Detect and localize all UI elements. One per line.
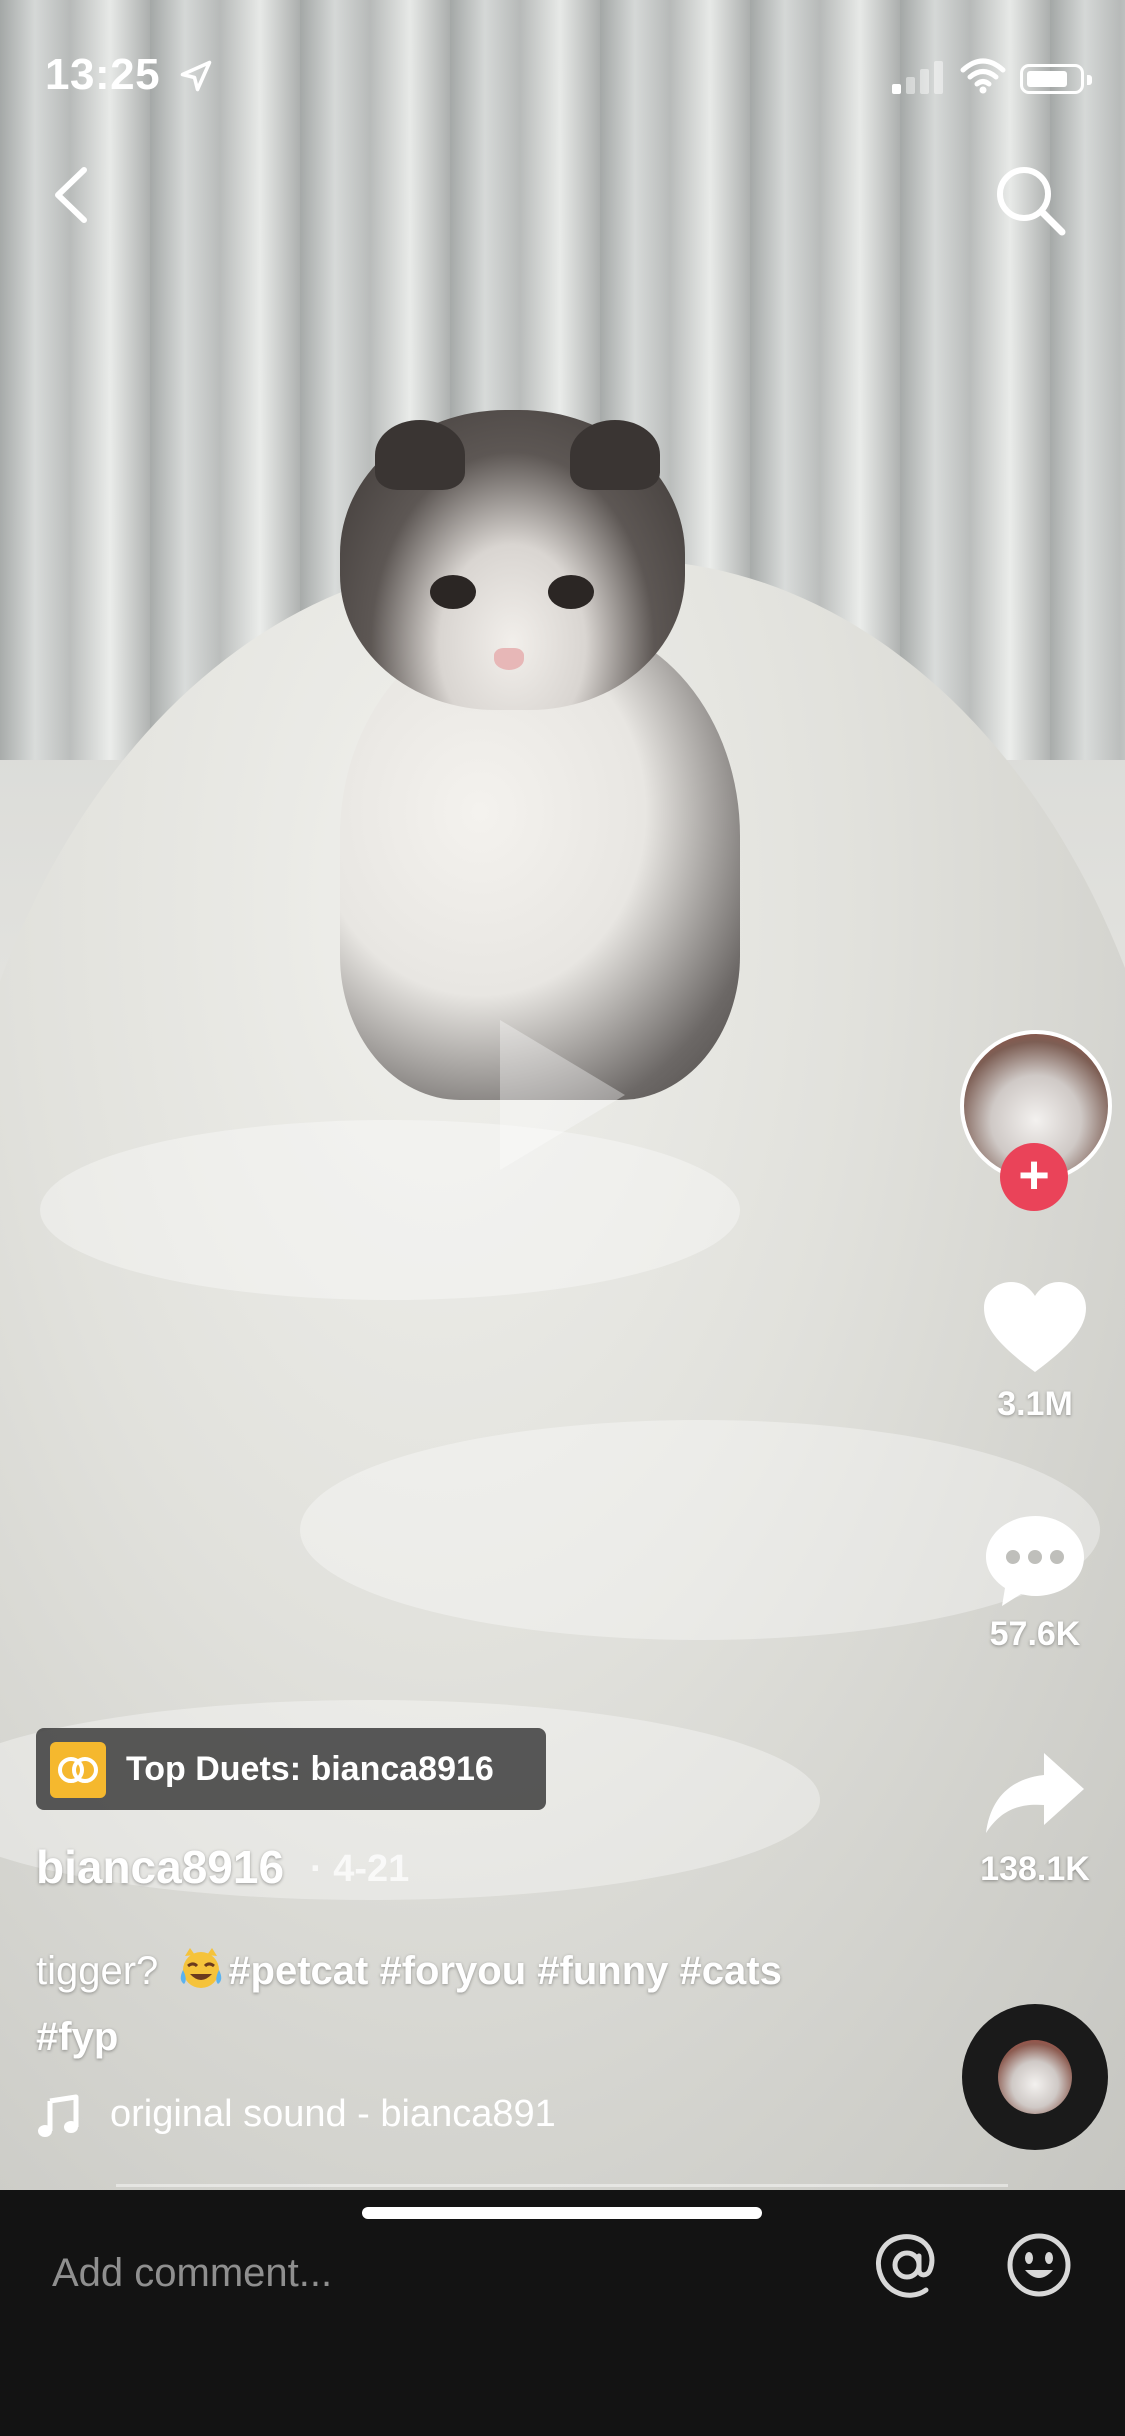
creator-username[interactable]: bianca8916 [36, 1840, 284, 1894]
duets-icon [50, 1742, 106, 1798]
cellular-signal-icon [892, 61, 943, 94]
follow-button[interactable]: + [1000, 1143, 1068, 1211]
sound-disc[interactable] [962, 2004, 1108, 2150]
emoji-button[interactable] [1004, 2230, 1074, 2300]
back-button[interactable] [40, 160, 110, 230]
play-icon[interactable] [500, 1020, 625, 1170]
mention-button[interactable] [872, 2230, 942, 2300]
status-time: 13:25 [45, 50, 161, 99]
emoji-icon [1007, 2233, 1071, 2297]
top-duets-chip[interactable]: Top Duets: bianca8916 [36, 1728, 546, 1810]
share-icon [986, 1753, 1084, 1833]
back-icon [55, 167, 87, 223]
battery-icon [1020, 64, 1092, 94]
video-caption: tigger? #petcat #foryou #funny #cats #fyp [36, 1938, 856, 2070]
wifi-icon [960, 58, 1006, 94]
comment-input[interactable] [50, 2242, 814, 2304]
sound-disc-cover [998, 2040, 1072, 2114]
share-button[interactable]: 138.1K [960, 1745, 1110, 1889]
cat-nose [494, 648, 524, 670]
cat-eye [430, 575, 476, 609]
status-bar: 13:25 [0, 0, 1125, 160]
music-note-icon [38, 2094, 79, 2137]
heart-icon [984, 1282, 1086, 1372]
comment-count: 57.6K [989, 1615, 1081, 1653]
cat-tears-emoji [176, 1944, 226, 1988]
post-date: · 4-21 [310, 1848, 410, 1890]
like-count: 3.1M [997, 1385, 1073, 1423]
at-icon [876, 2234, 935, 2298]
cat-eye [548, 575, 594, 609]
cat-ear [375, 420, 465, 490]
home-indicator[interactable] [362, 2207, 762, 2219]
like-button[interactable]: 3.1M [960, 1280, 1110, 1424]
blanket-fold [40, 1120, 740, 1300]
search-icon [997, 167, 1066, 236]
comment-bar [0, 2190, 1125, 2436]
comment-button[interactable]: 57.6K [960, 1510, 1110, 1654]
sound-label[interactable]: original sound - bianca891 [110, 2093, 620, 2136]
caption-text: tigger? [36, 1949, 159, 1993]
cat-ear [570, 420, 660, 490]
video-progress-bar[interactable] [116, 2184, 1008, 2187]
location-arrow-icon [180, 60, 212, 92]
duets-label: Top Duets: bianca8916 [126, 1750, 494, 1788]
search-button[interactable] [990, 160, 1070, 240]
share-count: 138.1K [980, 1850, 1090, 1888]
comment-icon [986, 1516, 1084, 1606]
